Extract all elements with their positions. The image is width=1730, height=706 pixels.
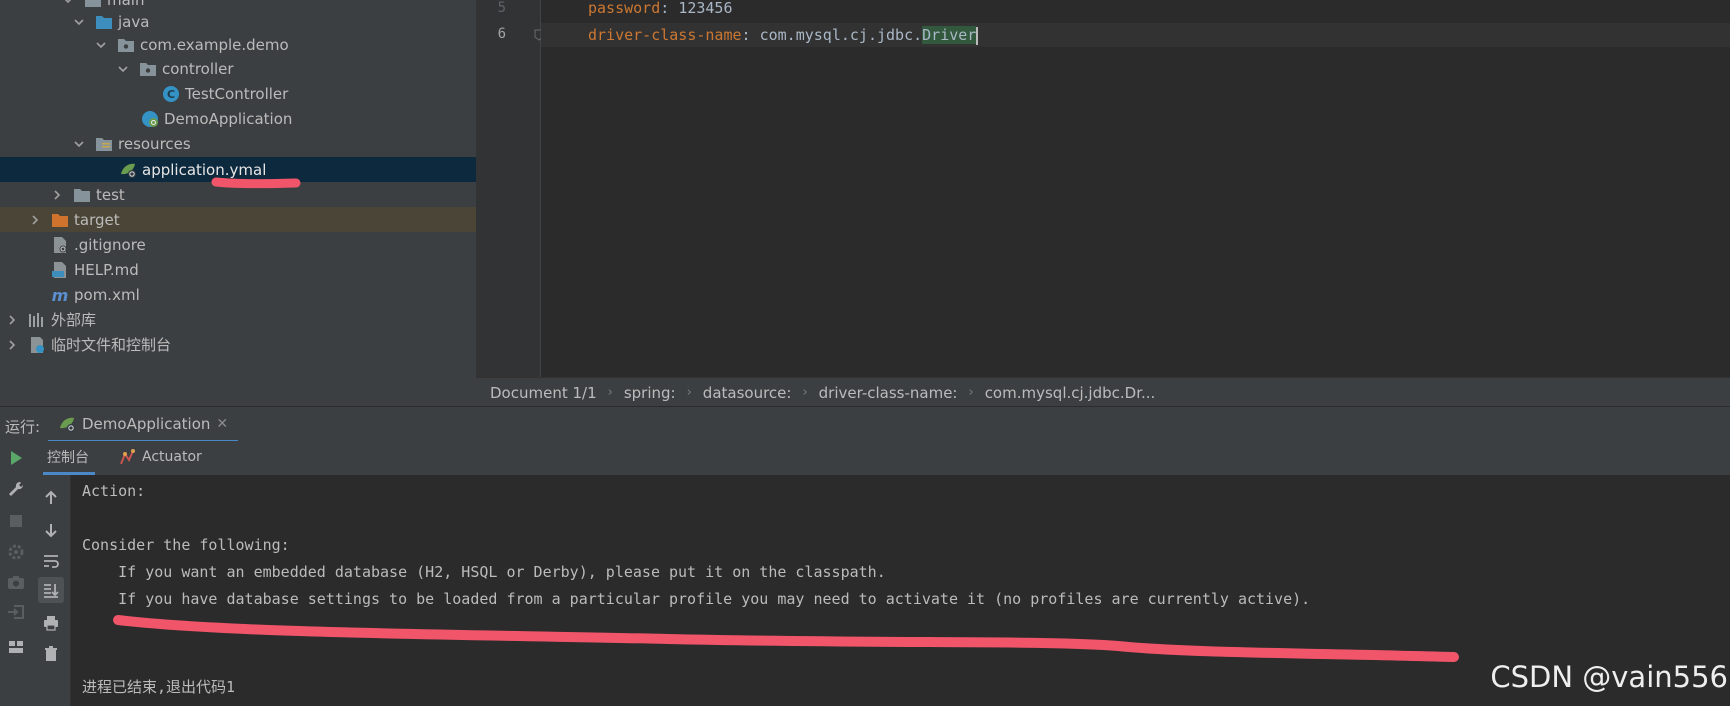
code-line-5[interactable]: password: 123456 [588, 0, 733, 17]
spring-config-file-icon [119, 161, 137, 179]
tree-item-controller[interactable]: controller [0, 56, 476, 81]
tab-console[interactable]: 控制台 [43, 441, 95, 475]
chevron-down-icon[interactable] [117, 63, 129, 75]
package-icon [117, 36, 135, 54]
tab-actuator[interactable]: Actuator [119, 441, 202, 472]
run-tab-demoapplication[interactable]: DemoApplication ✕ [48, 407, 239, 443]
console-line: If you want an embedded database (H2, HS… [82, 563, 886, 581]
soft-wrap-icon[interactable] [38, 548, 64, 574]
run-tab-label: DemoApplication [82, 414, 211, 433]
code-line-6[interactable]: driver-class-name: com.mysql.cj.jdbc.Dri… [588, 26, 979, 45]
layout-icon[interactable] [6, 637, 26, 657]
project-tree: main java com.example.demo controller C … [0, 0, 476, 406]
login-icon[interactable] [6, 602, 26, 622]
svg-text:C: C [167, 88, 175, 101]
run-subtabs: 控制台 Actuator [33, 441, 1730, 476]
console-line: Action: [82, 482, 146, 500]
package-icon [139, 60, 157, 78]
tree-item-testcontroller[interactable]: C TestController [0, 81, 476, 106]
source-folder-icon [95, 13, 113, 31]
svg-text:m: m [52, 286, 69, 304]
rerun-icon[interactable] [6, 448, 26, 468]
tree-item-com-example-demo[interactable]: com.example.demo [0, 32, 476, 57]
run-toolwindow-header: 运行: DemoApplication ✕ [0, 406, 1730, 443]
run-toolbar [0, 441, 34, 706]
scratch-icon [28, 336, 46, 354]
tree-item-external-libraries[interactable]: 外部库 [0, 307, 476, 332]
tree-item-target[interactable]: target [0, 207, 476, 232]
run-label: 运行: [5, 418, 41, 436]
tree-item-application-ymal[interactable]: application.ymal [0, 157, 476, 182]
camera-icon[interactable] [6, 572, 26, 592]
tree-item-gitignore[interactable]: .gitignore [0, 232, 476, 257]
chevron-right-icon: › [802, 385, 808, 400]
chevron-right-icon[interactable] [6, 339, 18, 351]
spring-boot-class-icon [141, 110, 159, 128]
chevron-right-icon[interactable] [51, 189, 63, 201]
text-caret [976, 26, 979, 45]
actuator-icon [119, 448, 137, 466]
chevron-down-icon[interactable] [73, 16, 85, 28]
breadcrumb: Document 1/1 › spring: › datasource: › driv… [476, 377, 1730, 407]
breadcrumb-item[interactable]: driver-class-name: › [819, 384, 985, 402]
console-toolbar [33, 475, 71, 706]
line-number: 6 [497, 26, 506, 42]
resources-folder-icon [95, 135, 113, 153]
chevron-right-icon[interactable] [6, 314, 18, 326]
chevron-down-icon[interactable] [73, 138, 85, 150]
tree-item-test[interactable]: test [0, 182, 476, 207]
console-output[interactable]: Action: Consider the following: If you w… [71, 475, 1730, 706]
tree-item-help-md[interactable]: HELP.md [0, 257, 476, 282]
close-icon[interactable]: ✕ [216, 416, 228, 432]
editor-gutter: 5 6 [476, 0, 544, 377]
chevron-down-icon[interactable] [95, 39, 107, 51]
chevron-right-icon: › [607, 385, 613, 400]
breadcrumb-item[interactable]: Document 1/1 › [490, 384, 624, 402]
print-icon[interactable] [38, 610, 64, 636]
stop-icon[interactable] [6, 511, 26, 531]
library-icon [28, 311, 46, 329]
breadcrumb-item[interactable]: spring: › [624, 384, 703, 402]
settings-icon[interactable] [6, 542, 26, 562]
markdown-file-icon [51, 261, 69, 279]
tree-item-scratches[interactable]: 临时文件和控制台 [0, 332, 476, 357]
spring-boot-run-icon [58, 415, 76, 433]
gitignore-file-icon [51, 236, 69, 254]
tree-item-java[interactable]: java [0, 9, 476, 34]
tree-item-demoapplication[interactable]: DemoApplication [0, 106, 476, 131]
watermark: CSDN @vain556 [1490, 660, 1728, 694]
folder-icon [73, 186, 91, 204]
maven-file-icon: m [51, 286, 69, 304]
excluded-folder-icon [51, 211, 69, 229]
chevron-down-icon[interactable] [62, 0, 74, 6]
trash-icon[interactable] [38, 641, 64, 667]
breadcrumb-item[interactable]: datasource: › [703, 384, 819, 402]
console-line: 进程已结束,退出代码1 [82, 678, 236, 696]
wrench-icon[interactable] [6, 479, 26, 499]
scroll-to-end-icon[interactable] [38, 577, 64, 603]
chevron-right-icon[interactable] [29, 214, 41, 226]
breadcrumb-item[interactable]: com.mysql.cj.jdbc.Dr... [985, 384, 1156, 402]
code-editor[interactable]: 5 6 password: 123456 driver-class-name: … [476, 0, 1730, 377]
tree-item-pom-xml[interactable]: m pom.xml [0, 282, 476, 307]
tree-item-resources[interactable]: resources [0, 131, 476, 156]
class-icon: C [162, 85, 180, 103]
arrow-up-icon[interactable] [38, 485, 64, 511]
chevron-right-icon: › [686, 385, 692, 400]
arrow-down-icon[interactable] [38, 517, 64, 543]
chevron-right-icon: › [968, 385, 974, 400]
folder-icon [84, 0, 102, 9]
console-line: Consider the following: [82, 536, 290, 554]
line-number: 5 [497, 0, 506, 16]
console-line: If you have database settings to be load… [82, 590, 1311, 608]
